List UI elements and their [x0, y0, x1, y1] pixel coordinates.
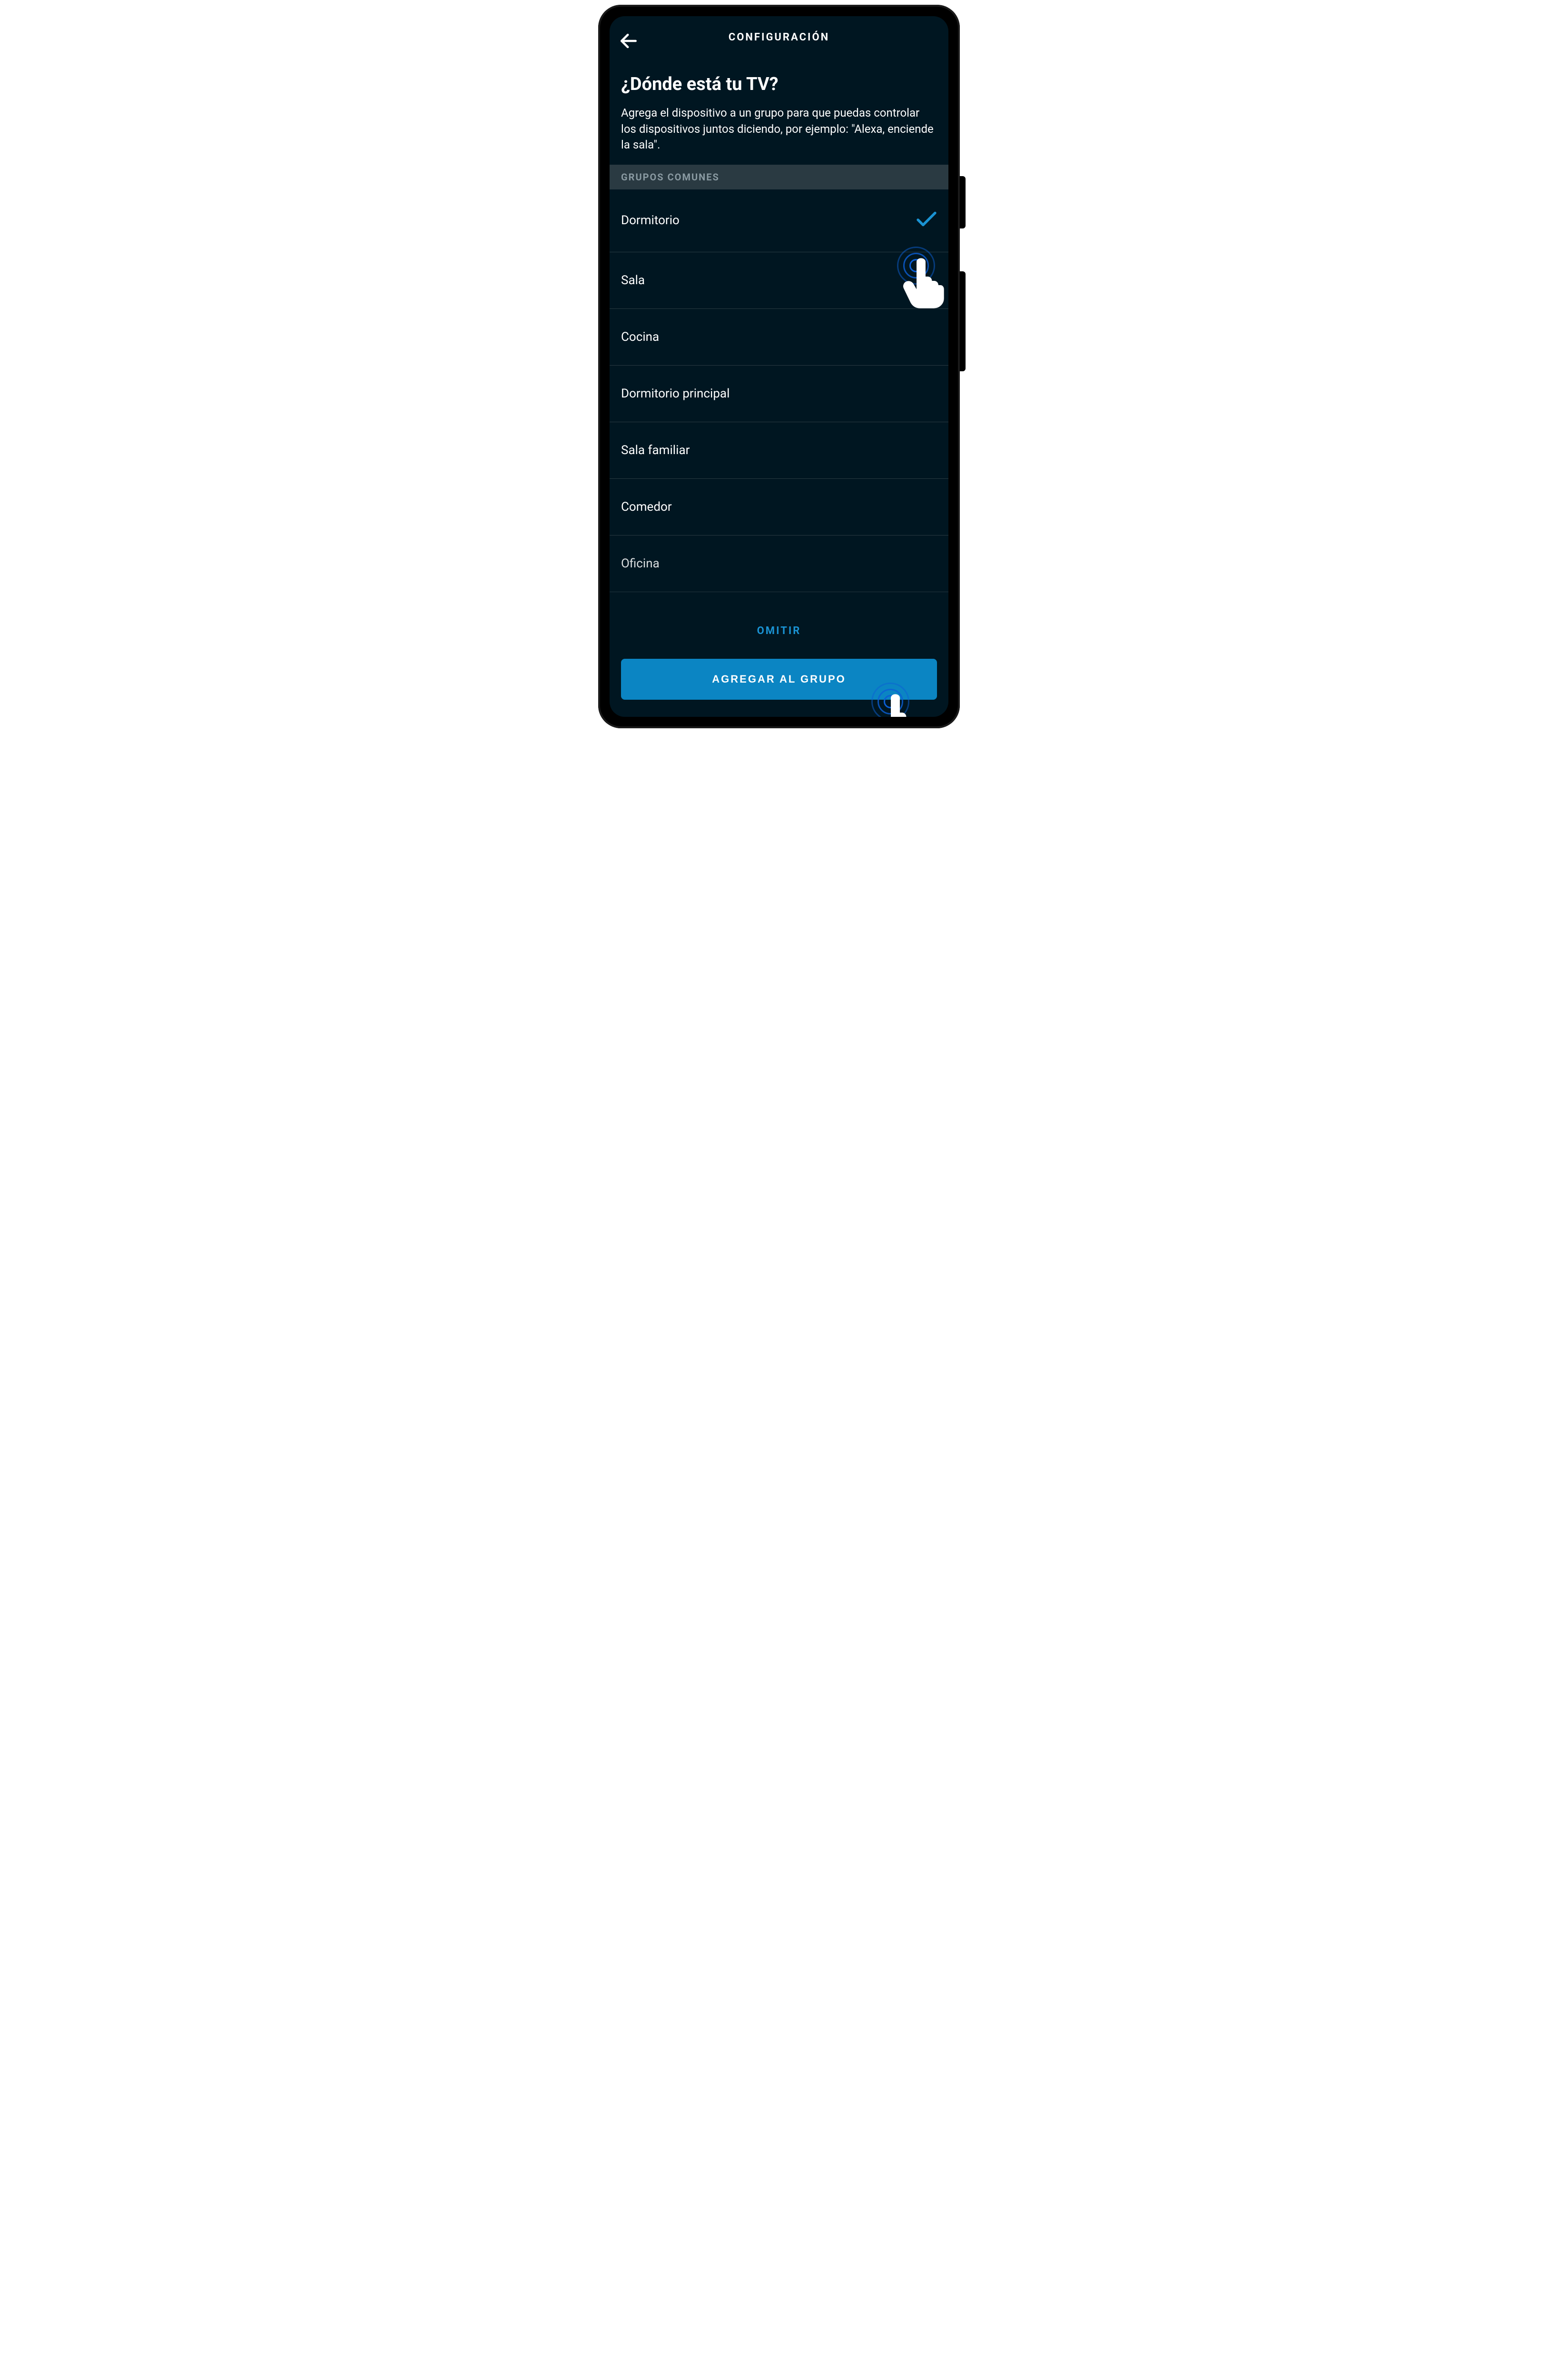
list-item-cocina[interactable]: Cocina	[610, 309, 948, 366]
check-icon	[916, 210, 937, 231]
list-item-comedor[interactable]: Comedor	[610, 479, 948, 536]
list-item-sala[interactable]: Sala	[610, 252, 948, 309]
list-item-label: Comedor	[621, 500, 672, 514]
section-header: GRUPOS COMUNES	[610, 165, 948, 189]
add-to-group-button[interactable]: AGREGAR AL GRUPO	[621, 659, 937, 700]
list-item-label: Cocina	[621, 330, 659, 344]
list-item-label: Oficina	[621, 556, 660, 571]
phone-frame: CONFIGURACIÓN ¿Dónde está tu TV? Agrega …	[598, 5, 960, 728]
main-content: ¿Dónde está tu TV? Agrega el dispositivo…	[610, 55, 948, 614]
footer: OMITIR AGREGAR AL GRUPO	[610, 614, 948, 717]
list-item-dormitorio[interactable]: Dormitorio	[610, 189, 948, 252]
app-screen: CONFIGURACIÓN ¿Dónde está tu TV? Agrega …	[610, 16, 948, 717]
list-item-label: Sala familiar	[621, 443, 690, 457]
group-list: Dormitorio Sala Cocina Dormitorio princi…	[610, 189, 948, 614]
page-description: Agrega el dispositivo a un grupo para qu…	[621, 105, 937, 153]
header-title: CONFIGURACIÓN	[729, 31, 829, 43]
question-block: ¿Dónde está tu TV? Agrega el dispositivo…	[610, 55, 948, 165]
back-icon[interactable]	[618, 30, 639, 53]
header-bar: CONFIGURACIÓN	[610, 16, 948, 55]
list-item-sala-familiar[interactable]: Sala familiar	[610, 422, 948, 479]
list-item-label: Sala	[621, 273, 645, 288]
list-item-oficina[interactable]: Oficina	[610, 536, 948, 592]
list-item-label: Dormitorio	[621, 213, 680, 228]
list-item-dormitorio-principal[interactable]: Dormitorio principal	[610, 366, 948, 422]
page-title: ¿Dónde está tu TV?	[621, 74, 937, 95]
skip-button[interactable]: OMITIR	[757, 625, 801, 637]
list-item-label: Dormitorio principal	[621, 387, 730, 401]
